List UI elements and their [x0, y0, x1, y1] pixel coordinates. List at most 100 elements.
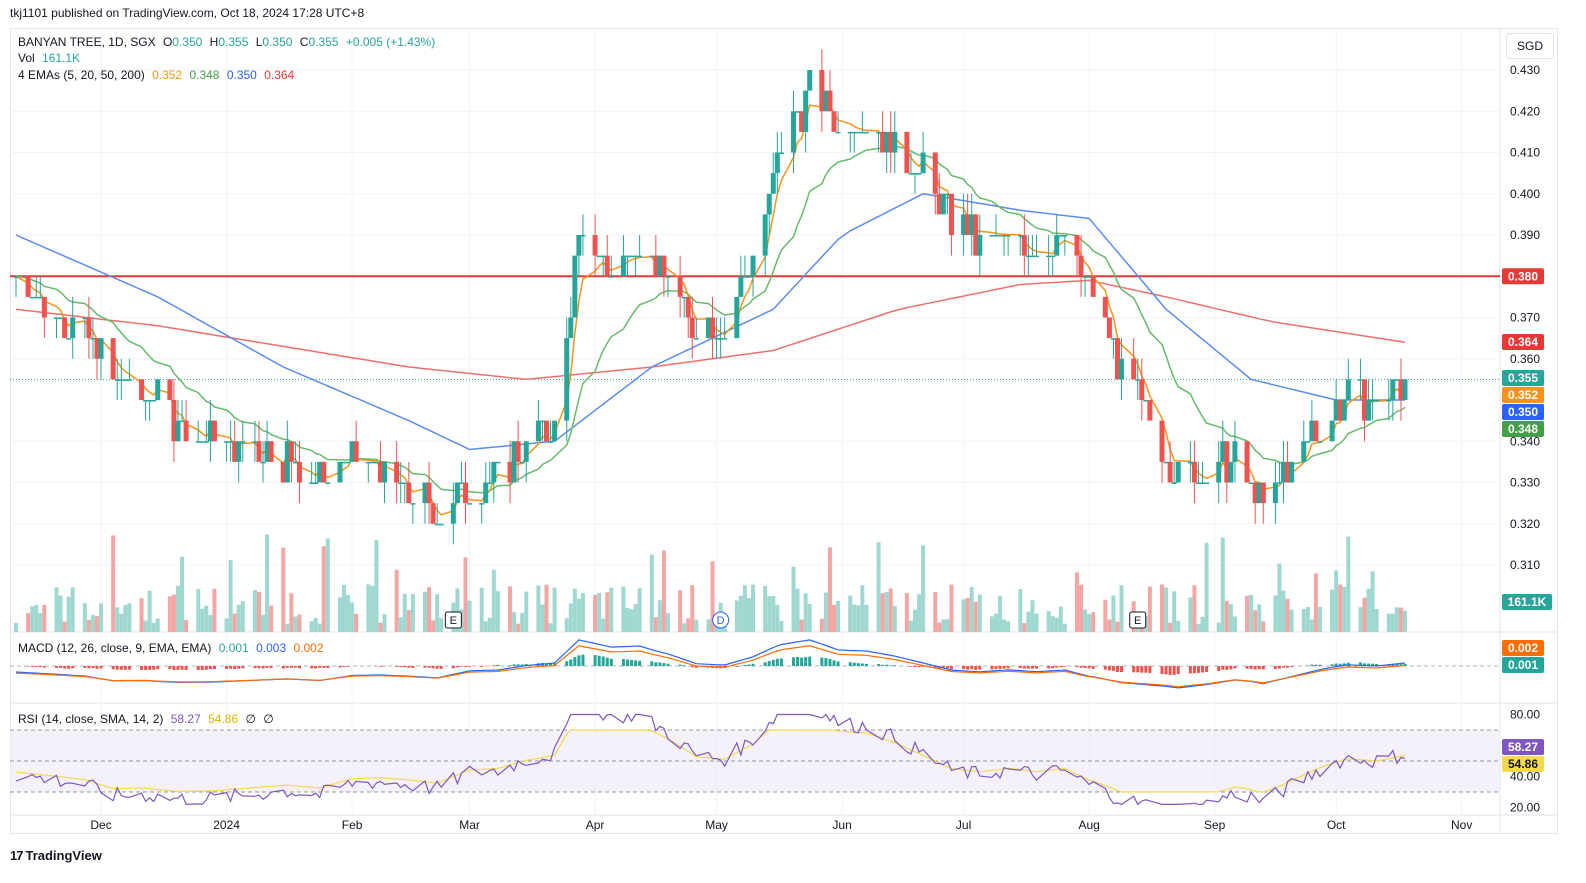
volume-bar [649, 554, 654, 632]
volume-bar [945, 619, 950, 632]
volume-bar [313, 617, 318, 632]
legend-symbol[interactable]: BANYAN TREE, 1D, SGX [18, 35, 156, 49]
macd-hist-bar [439, 666, 443, 669]
volume-bar [394, 569, 399, 632]
candle-body [25, 276, 31, 297]
volume-bar [540, 604, 545, 632]
macd-hist-bar [1055, 666, 1059, 668]
macd-hist-bar [176, 666, 180, 670]
macd-hist-bar [459, 666, 463, 667]
candle-body [430, 503, 436, 524]
macd-hist-bar [1225, 666, 1229, 670]
macd-hist-bar [168, 666, 172, 669]
candle-body [337, 461, 343, 483]
candle-body [580, 235, 586, 237]
candle-body [1402, 379, 1408, 400]
volume-bar [200, 608, 205, 632]
candle-body [791, 111, 797, 153]
candle-body [543, 420, 549, 442]
volume-bar [1224, 600, 1229, 632]
macd-hist-bar [605, 657, 609, 666]
rsi-sma-value: 54.86 [208, 712, 239, 726]
volume-bar [1374, 609, 1379, 632]
volume-bar [637, 588, 642, 632]
volume-bar [678, 590, 683, 632]
macd-hist-bar [407, 666, 411, 668]
macd-hist-bar [889, 665, 893, 666]
macd-hist-bar [1249, 666, 1253, 669]
rsi-label[interactable]: RSI (14, close, SMA, 14, 2) [18, 712, 163, 726]
ema-label[interactable]: 4 EMAs (5, 20, 50, 200) [18, 68, 145, 82]
price-label: 0.348 [1508, 422, 1538, 436]
macd-hist-bar [601, 656, 605, 666]
candle-body [406, 482, 412, 504]
tradingview-brand[interactable]: 17 TradingView [10, 848, 102, 863]
candle-body [479, 503, 485, 505]
macd-hist-bar [909, 666, 913, 667]
volume-bar [119, 614, 124, 632]
volume-bar [937, 622, 942, 632]
volume-bar [572, 588, 577, 632]
volume-bar [115, 607, 120, 632]
volume-bar [605, 592, 610, 632]
ema200-value: 0.364 [264, 68, 295, 82]
macd-hist-bar [204, 666, 208, 670]
candle-body [463, 482, 469, 504]
volume-bar [82, 603, 87, 632]
volume-bar [593, 594, 598, 632]
macd-hist-bar [824, 658, 828, 666]
macd-hist-bar [281, 666, 285, 669]
macd-hist-bar [1083, 666, 1087, 669]
candle-body [1341, 400, 1347, 421]
volume-bar [1257, 604, 1262, 632]
candle-body [268, 441, 274, 462]
macd-hist-bar [1330, 664, 1334, 666]
legend-low: 0.350 [262, 35, 293, 49]
macd-hist-bar [1164, 666, 1168, 675]
candle-body [183, 420, 189, 442]
macd-hist-bar [771, 659, 775, 666]
volume-bar [1232, 616, 1237, 632]
candle-body [1272, 482, 1278, 504]
macd-hist-bar [877, 664, 881, 666]
candle-body [296, 461, 302, 483]
volume-bar [836, 600, 841, 632]
volume-bar [876, 542, 881, 632]
macd-hist-bar [1111, 666, 1115, 671]
volume-bar [852, 604, 857, 632]
candle-body [1062, 235, 1068, 237]
macd-hist-bar [577, 655, 581, 666]
volume-bar [175, 585, 180, 632]
volume-label[interactable]: Vol [18, 51, 35, 65]
macd-hist-bar [480, 666, 484, 667]
volume-bar [779, 620, 784, 632]
macd-hist-bar [1176, 666, 1180, 675]
y-tick-label: 0.410 [1510, 146, 1540, 160]
volume-bar [240, 601, 245, 632]
main-legend: BANYAN TREE, 1D, SGX O0.350 H0.355 L0.35… [18, 35, 439, 49]
macd-hist-bar [34, 666, 38, 667]
volume-bar [1168, 622, 1173, 632]
volume-bar [26, 613, 31, 632]
volume-bar [491, 569, 496, 632]
macd-hist-bar [156, 666, 160, 669]
macd-label[interactable]: MACD (12, 26, close, 9, EMA, EMA) [18, 641, 211, 655]
volume-bar [342, 584, 347, 632]
macd-hist-bar [690, 666, 694, 668]
macd-hist-bar [949, 666, 953, 670]
legend-high: 0.355 [218, 35, 249, 49]
volume-bar [629, 609, 634, 632]
chart-canvas[interactable]: 0.4300.4200.4100.4000.3900.3700.3600.340… [0, 0, 1586, 883]
macd-hist-bar [253, 666, 257, 669]
macd-hist-bar [654, 662, 658, 666]
currency-button[interactable]: SGD [1506, 33, 1554, 59]
volume-bar [127, 603, 132, 632]
volume-bar [1330, 589, 1335, 632]
macd-hist-bar [115, 666, 119, 670]
volume-bar [1103, 599, 1108, 632]
macd-hist-bar [1282, 666, 1286, 668]
volume-bar [309, 621, 314, 632]
volume-bar [402, 593, 407, 632]
volume-bar [1403, 610, 1407, 632]
volume-bar [1245, 595, 1250, 632]
